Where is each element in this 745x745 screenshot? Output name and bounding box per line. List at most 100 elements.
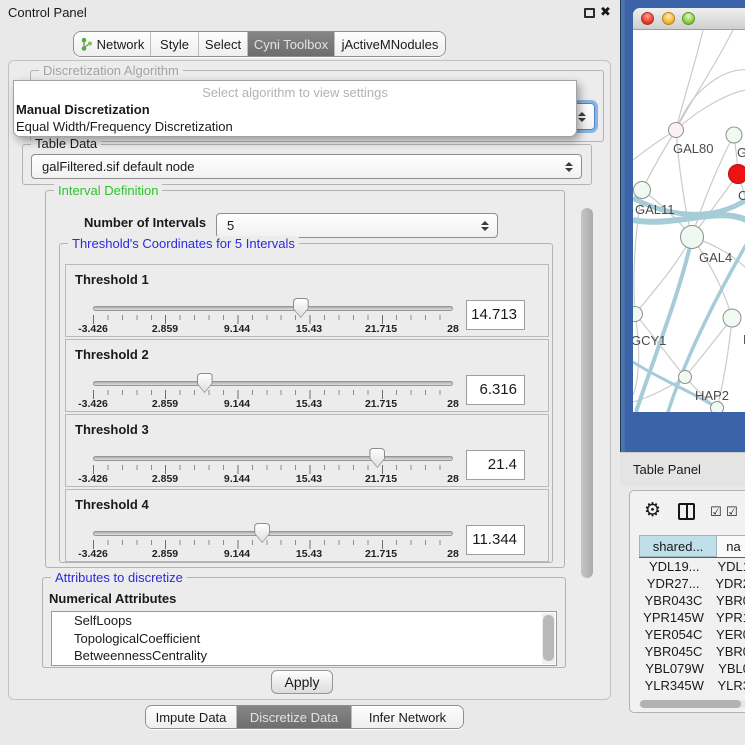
cell-name[interactable]: YER0	[708, 626, 745, 643]
list-item[interactable]: SelfLoops	[52, 612, 556, 630]
group-title: Threshold's Coordinates for 5 Intervals	[68, 236, 299, 251]
table-row[interactable]: YDL19...YDL1	[639, 558, 745, 575]
gear-icon[interactable]: ⚙	[644, 499, 661, 521]
tick-label: 2.859	[140, 548, 190, 560]
cell-shared-name[interactable]: YLR345W	[639, 677, 709, 694]
cell-name[interactable]: YBR0	[708, 592, 745, 609]
cell-name[interactable]: YDL1	[709, 558, 745, 575]
cell-name[interactable]: YBR0	[708, 643, 745, 660]
cell-name[interactable]: YBL0	[710, 660, 745, 677]
node-label-hap2: HAP2	[695, 388, 729, 403]
tab-label: Network	[97, 37, 145, 52]
tick-label: 2.859	[140, 398, 190, 410]
network-window-titlebar[interactable]	[633, 8, 745, 30]
float-window-icon[interactable]	[584, 8, 595, 18]
threshold-1-value-field[interactable]: 14.713	[466, 300, 525, 330]
tick-labels: -3.426 2.859 9.144 15.43 21.715 28	[93, 398, 453, 411]
threshold-3-value-field[interactable]: 21.4	[466, 450, 525, 480]
tab-impute-data[interactable]: Impute Data	[146, 706, 236, 728]
node-label-gal4: GAL4	[699, 250, 732, 265]
node-hap2[interactable]	[679, 371, 692, 384]
tab-cyni-toolbox[interactable]: Cyni Toolbox	[247, 32, 334, 56]
node-gal80[interactable]	[669, 123, 684, 138]
cell-shared-name[interactable]: YBR043C	[639, 592, 708, 609]
table-row[interactable]: YBR043CYBR0	[639, 592, 745, 609]
cell-shared-name[interactable]: YER054C	[639, 626, 708, 643]
tick-label: 9.144	[212, 473, 262, 485]
tab-style[interactable]: Style	[150, 32, 198, 56]
tab-infer-network[interactable]: Infer Network	[351, 706, 463, 728]
table-row[interactable]: YBR045CYBR0	[639, 643, 745, 660]
tab-label: Discretize Data	[250, 710, 338, 725]
table-row[interactable]: YBL079WYBL0	[639, 660, 745, 677]
table-panel-titlebar: Table Panel	[620, 452, 745, 486]
cell-shared-name[interactable]: YBL079W	[639, 660, 710, 677]
cell-shared-name[interactable]: YDL19...	[639, 558, 709, 575]
node-gal4[interactable]	[681, 226, 704, 249]
zoom-traffic-light-icon[interactable]	[682, 12, 695, 25]
columns-icon[interactable]	[678, 503, 695, 520]
close-icon[interactable]: ✖	[600, 4, 611, 20]
threshold-4-value-field[interactable]: 11.344	[466, 525, 525, 555]
list-item[interactable]: BetweennessCentrality	[52, 647, 556, 665]
group-title: Table Data	[31, 136, 101, 151]
combo-arrows-icon	[565, 162, 573, 172]
table-row[interactable]: YIL052CYIL0	[639, 694, 745, 698]
tab-jactivemnodules[interactable]: jActiveMNodules	[334, 32, 445, 56]
apply-button[interactable]: Apply	[271, 670, 333, 694]
table-horizontal-scrollbar[interactable]	[639, 700, 745, 708]
node-top-right[interactable]	[726, 127, 742, 143]
cyni-mode-tabs: Impute Data Discretize Data Infer Networ…	[145, 705, 464, 729]
node-right-low[interactable]	[723, 309, 741, 327]
tab-select[interactable]: Select	[198, 32, 247, 56]
tick-label: 21.715	[356, 398, 406, 410]
num-intervals-combobox[interactable]: 5	[216, 213, 498, 238]
table-row[interactable]: YDR27...YDR2	[639, 575, 745, 592]
panel-vertical-scrollbar[interactable]	[581, 208, 593, 578]
table-header-row: shared... na	[639, 535, 745, 558]
node-red-selected[interactable]	[729, 165, 745, 184]
algorithm-prompt: Select algorithm to view settings	[14, 85, 576, 100]
table-row[interactable]: YER054CYER0	[639, 626, 745, 643]
scrollbar-thumb[interactable]	[640, 700, 741, 708]
table-data-group: Table Data galFiltered.sif default node	[22, 144, 592, 185]
table-row[interactable]: YPR145WYPR1	[639, 609, 745, 626]
tick-label: 21.715	[356, 548, 406, 560]
tab-network[interactable]: Network	[74, 32, 150, 56]
cell-name[interactable]: YIL0	[715, 694, 745, 698]
minimize-traffic-light-icon[interactable]	[662, 12, 675, 25]
cell-shared-name[interactable]: YDR27...	[639, 575, 707, 592]
algorithm-option-equal-width[interactable]: Equal Width/Frequency Discretization	[16, 119, 233, 134]
tick-label: -3.426	[68, 323, 118, 335]
cell-shared-name[interactable]: YIL052C	[639, 694, 715, 698]
column-header-shared-name[interactable]: shared...	[639, 535, 717, 557]
node-gcy1[interactable]	[633, 307, 643, 322]
column-header-name[interactable]: na	[717, 535, 745, 557]
checkbox-checked-icon[interactable]: ☑	[710, 505, 722, 520]
list-item[interactable]: TopologicalCoefficient	[52, 630, 556, 648]
threshold-4-slider-thumb[interactable]	[254, 523, 270, 543]
table-data-combobox[interactable]: galFiltered.sif default node	[31, 154, 582, 179]
table-row[interactable]: YLR345WYLR3	[639, 677, 745, 694]
cell-name[interactable]: YDR2	[707, 575, 745, 592]
node-gal11[interactable]	[634, 182, 651, 199]
cell-name[interactable]: YLR3	[709, 677, 745, 694]
cell-shared-name[interactable]: YBR045C	[639, 643, 708, 660]
threshold-1-slider-thumb[interactable]	[293, 298, 309, 318]
threshold-2-value-field[interactable]: 6.316	[466, 375, 525, 405]
combo-value: 5	[227, 218, 234, 233]
close-traffic-light-icon[interactable]	[641, 12, 654, 25]
node-bottom[interactable]	[711, 402, 724, 413]
combo-arrows-icon	[481, 221, 489, 231]
network-canvas[interactable]: GAL80 G C GAL11 GAL4 GCY1 H HAP2	[633, 30, 745, 412]
tab-discretize-data[interactable]: Discretize Data	[236, 706, 351, 728]
list-scrollbar-thumb[interactable]	[543, 615, 554, 661]
checkbox-checked-icon[interactable]: ☑	[726, 505, 738, 520]
algorithm-dropdown-popup: Select algorithm to view settings Manual…	[13, 80, 577, 137]
cell-name[interactable]: YPR1	[708, 609, 745, 626]
threshold-2-slider-thumb[interactable]	[197, 373, 213, 393]
tick-label: 9.144	[212, 548, 262, 560]
cell-shared-name[interactable]: YPR145W	[639, 609, 708, 626]
algorithm-option-manual[interactable]: Manual Discretization	[16, 102, 150, 117]
threshold-3-slider-thumb[interactable]	[369, 448, 385, 468]
